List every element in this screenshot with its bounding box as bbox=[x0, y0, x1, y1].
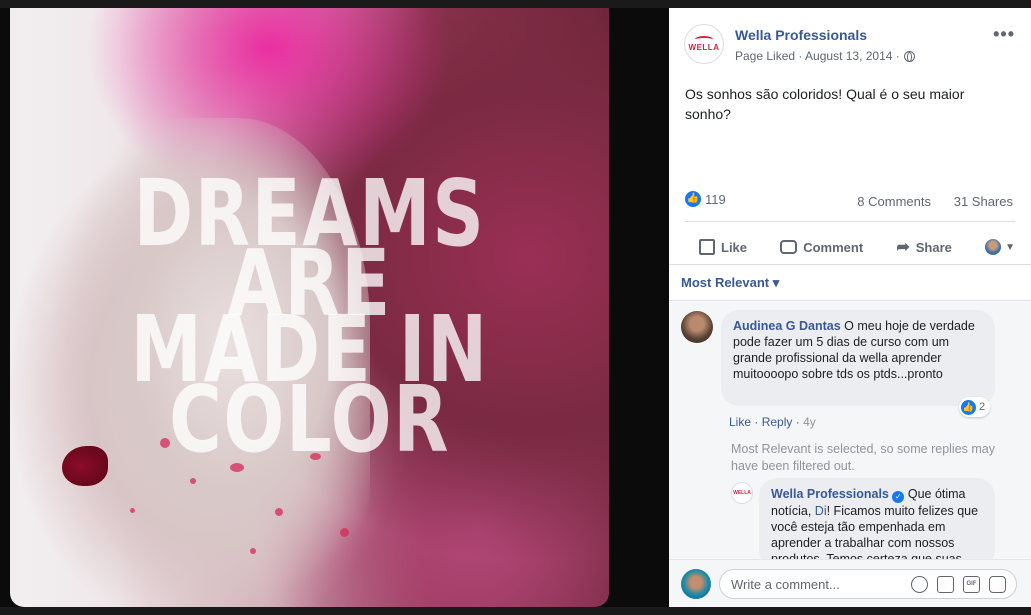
camera-icon[interactable] bbox=[937, 576, 954, 593]
share-label: Share bbox=[915, 239, 952, 255]
share-arrow-icon: ➦ bbox=[896, 239, 910, 256]
paint-splash bbox=[340, 528, 349, 537]
divider bbox=[685, 221, 1015, 222]
comments-count-link[interactable]: 8 Comments bbox=[857, 194, 931, 209]
like-reaction-icon: 👍 bbox=[961, 399, 976, 415]
logo-text: WELLA bbox=[688, 43, 720, 52]
post-panel: WELLA Wella Professionals Page Liked · A… bbox=[669, 8, 1031, 607]
comment-label: Comment bbox=[803, 239, 864, 255]
avatar bbox=[681, 569, 711, 599]
reaction-count[interactable]: 119 bbox=[705, 192, 726, 207]
commenter-avatar[interactable] bbox=[681, 311, 713, 343]
post-body: Os sonhos são coloridos! Qual é o seu ma… bbox=[685, 86, 965, 122]
comment-actions: Like · Reply · 4y bbox=[729, 415, 816, 429]
page-avatar[interactable]: WELLA bbox=[684, 24, 724, 64]
logo-text: WELLA bbox=[733, 490, 751, 496]
like-reaction-icon[interactable]: 👍 bbox=[685, 191, 701, 207]
globe-icon bbox=[903, 50, 915, 62]
photo-text-line: COLOR bbox=[169, 366, 451, 473]
comment-button[interactable]: Comment bbox=[766, 240, 877, 255]
page-name-link[interactable]: Wella Professionals bbox=[735, 27, 867, 43]
comment-reply-link[interactable]: Reply bbox=[762, 415, 793, 429]
like-label: Like bbox=[721, 239, 748, 255]
comment-author-link[interactable]: Audinea G Dantas bbox=[733, 319, 841, 333]
comment-reactions[interactable]: 👍 2 bbox=[959, 397, 991, 417]
comment-age[interactable]: 4y bbox=[803, 415, 816, 429]
verified-badge-icon: ✓ bbox=[892, 491, 905, 503]
post-meta: Page Liked · August 13, 2014 · bbox=[735, 49, 915, 63]
comment-like-link[interactable]: Like bbox=[729, 415, 751, 429]
paint-splash bbox=[250, 548, 256, 554]
post-stats: 👍 119 8 Comments 31 Shares bbox=[685, 190, 1015, 212]
post-actions: Like Comment ➦ Share ▼ bbox=[685, 230, 1015, 264]
more-options-icon[interactable]: ••• bbox=[993, 24, 1015, 45]
like-button[interactable]: Like bbox=[685, 239, 761, 255]
backdrop bbox=[0, 607, 1031, 615]
comment-composer: Write a comment... GIF bbox=[669, 559, 1031, 607]
reply-author-link[interactable]: Wella Professionals bbox=[771, 487, 889, 501]
identity-switcher[interactable]: ▼ bbox=[971, 239, 1015, 255]
divider bbox=[669, 264, 1031, 265]
filter-note: Most Relevant is selected, so some repli… bbox=[731, 442, 995, 473]
reply-bubble: Wella Professionals ✓ Que ótima notícia,… bbox=[759, 478, 995, 568]
paint-splash bbox=[275, 508, 283, 516]
reply-avatar[interactable]: WELLA bbox=[731, 482, 753, 504]
comment-sort-dropdown[interactable]: Most Relevant ▾ bbox=[681, 275, 779, 291]
comment-input[interactable]: Write a comment... GIF bbox=[719, 569, 1017, 599]
paint-splash bbox=[190, 478, 196, 484]
comment-input-placeholder: Write a comment... bbox=[731, 577, 840, 592]
sticker-icon[interactable] bbox=[989, 576, 1006, 593]
post-photo[interactable]: DREAMS ARE MADE IN COLOR bbox=[10, 8, 609, 607]
mention-link[interactable]: Di bbox=[815, 504, 827, 518]
divider bbox=[669, 300, 1031, 301]
comment-reaction-count: 2 bbox=[979, 401, 986, 413]
comment-bubble: Audinea G Dantas O meu hoje de verdade p… bbox=[721, 310, 995, 406]
post-header: WELLA Wella Professionals Page Liked · A… bbox=[669, 8, 1031, 78]
chevron-down-icon: ▼ bbox=[1005, 241, 1015, 253]
emoji-icon[interactable] bbox=[911, 576, 928, 593]
shares-count-link[interactable]: 31 Shares bbox=[954, 194, 1013, 209]
comments-section: Audinea G Dantas O meu hoje de verdade p… bbox=[669, 302, 1031, 568]
paint-splash bbox=[130, 508, 135, 513]
avatar bbox=[985, 239, 1002, 255]
share-button[interactable]: ➦ Share bbox=[882, 237, 966, 257]
post-meta-text[interactable]: Page Liked · August 13, 2014 · bbox=[735, 49, 900, 63]
wella-logo-icon bbox=[695, 36, 713, 43]
gif-icon[interactable]: GIF bbox=[963, 576, 980, 593]
backdrop bbox=[0, 0, 1031, 8]
comment-bubble-icon bbox=[780, 240, 798, 254]
thumbs-up-icon bbox=[699, 239, 715, 255]
composer-icons: GIF bbox=[911, 576, 1006, 593]
